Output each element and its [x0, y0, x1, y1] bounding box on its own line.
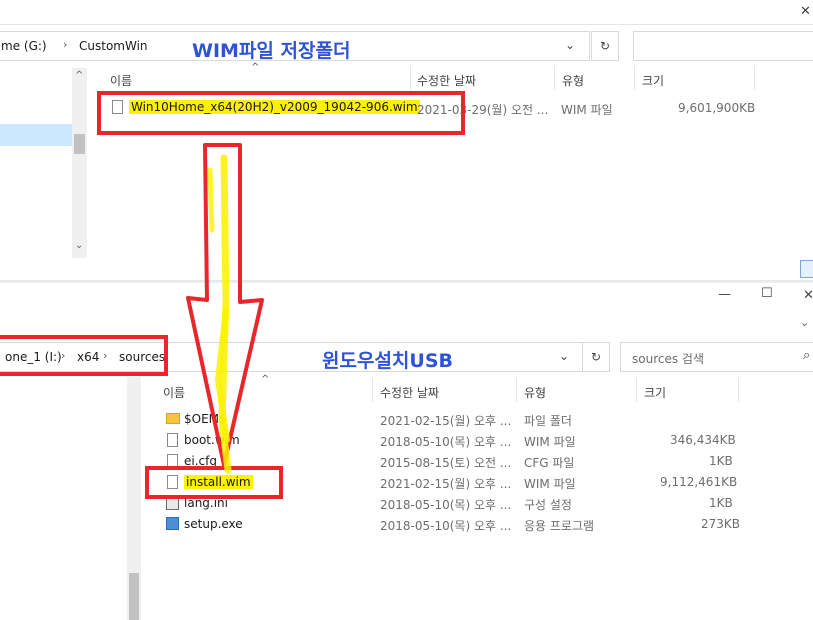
yellow-highlight-stroke — [207, 167, 215, 233]
annotation-arrow — [186, 143, 264, 474]
